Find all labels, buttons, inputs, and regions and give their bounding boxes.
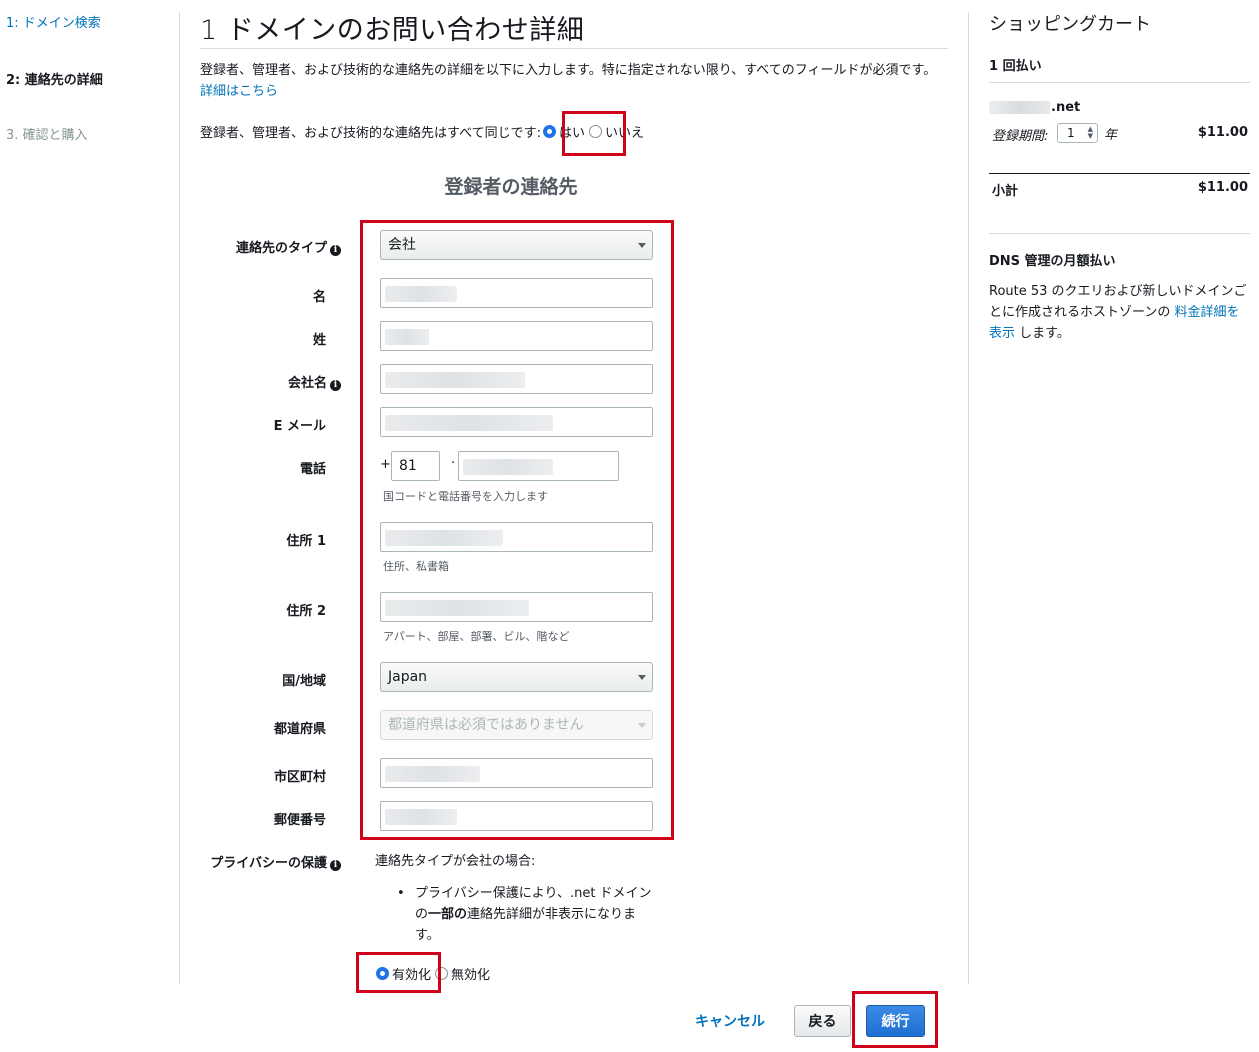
dns-description: Route 53 のクエリおよび新しいドメインごとに作成されるホストゾーンの 料… [989, 284, 1247, 341]
info-icon[interactable]: i [330, 860, 341, 871]
stepper-arrows-icon[interactable]: ▲ ▼ [1088, 126, 1093, 140]
phone-country-code-input[interactable]: 81 [391, 451, 440, 481]
section-title: 登録者の連絡先 [444, 176, 578, 198]
last-name-label: 姓 [312, 333, 326, 348]
cart-payment-type: 1 回払い [989, 59, 1042, 74]
intro-text: 登録者、管理者、および技術的な連絡先の詳細を以下に入力します。特に指定されない限… [200, 63, 937, 99]
radio-selected-icon[interactable] [542, 125, 556, 138]
address1-input[interactable] [380, 522, 653, 552]
company-name-input[interactable] [380, 364, 653, 394]
divider [968, 12, 969, 984]
step-review-purchase: 3. 確認と購入 [6, 128, 88, 143]
phone-separator: · [451, 456, 456, 471]
info-icon[interactable]: i [330, 245, 341, 256]
back-button[interactable]: 戻る [794, 1005, 851, 1037]
privacy-label: プライバシーの保護 i [210, 852, 341, 871]
registration-period-label: 登録期間: [992, 129, 1049, 144]
step-domain-search[interactable]: 1: ドメイン検索 [6, 12, 101, 31]
divider [989, 233, 1250, 234]
city-input[interactable] [380, 758, 653, 788]
phone-number-input[interactable] [458, 451, 619, 481]
state-label: 都道府県 [273, 722, 326, 737]
state-select[interactable]: 都道府県は必須ではありません [380, 710, 653, 740]
highlight-box [562, 111, 626, 156]
chevron-down-icon [638, 675, 646, 680]
address2-label: 住所 2 [286, 604, 326, 619]
privacy-description: • プライバシー保護により、.net ドメインの一部の連絡先詳細が非表示になりま… [397, 883, 659, 946]
cancel-button[interactable]: キャンセル [688, 1009, 772, 1033]
first-name-label: 名 [312, 290, 326, 305]
postal-code-label: 郵便番号 [273, 813, 326, 828]
learn-more-link[interactable]: 詳細はこちら [200, 84, 278, 99]
postal-code-input[interactable] [380, 801, 653, 831]
period-unit: 年 [1104, 128, 1118, 143]
country-select[interactable]: Japan [380, 662, 653, 692]
contact-type-label: 連絡先のタイプ i [236, 237, 341, 256]
divider [989, 82, 1250, 83]
email-input[interactable] [380, 407, 653, 437]
divider [200, 48, 948, 49]
divider [179, 12, 180, 984]
dns-title: DNS 管理の月額払い [989, 254, 1116, 269]
contact-type-select[interactable]: 会社 [380, 230, 653, 260]
cart-title: ショッピングカート [989, 14, 1151, 35]
city-label: 市区町村 [273, 770, 326, 785]
address2-hint: アパート、部屋、部署、ビル、階など [383, 630, 570, 643]
address1-label: 住所 1 [286, 534, 326, 549]
phone-hint: 国コードと電話番号を入力します [383, 490, 548, 503]
chevron-down-icon [638, 243, 646, 248]
highlight-box [356, 952, 441, 993]
privacy-disable-option[interactable]: 無効化 [435, 964, 490, 983]
item-price: $11.00 [1197, 125, 1248, 140]
registration-period-stepper[interactable]: 1 ▲ ▼ [1057, 123, 1098, 143]
address2-input[interactable] [380, 592, 653, 622]
highlight-box [852, 991, 938, 1048]
info-icon[interactable]: i [330, 380, 341, 391]
divider [989, 173, 1250, 174]
chevron-down-icon [638, 723, 646, 728]
privacy-condition: 連絡先タイプが会社の場合: [375, 854, 536, 869]
page-title: 1 ドメインのお問い合わせ詳細 [200, 15, 585, 46]
same-contacts-question: 登録者、管理者、および技術的な連絡先はすべて同じです: [200, 126, 541, 141]
email-label: E メール [273, 419, 326, 434]
cart-domain-name: .net [989, 100, 1080, 115]
step-contact-details: 2: 連絡先の詳細 [6, 73, 103, 88]
address1-hint: 住所、私書箱 [383, 560, 449, 573]
company-name-label: 会社名 i [288, 372, 341, 391]
subtotal-price: $11.00 [1197, 180, 1248, 195]
phone-plus: + [380, 457, 391, 472]
subtotal-label: 小計 [992, 184, 1019, 199]
country-label: 国/地域 [282, 674, 326, 689]
last-name-input[interactable] [380, 321, 653, 351]
first-name-input[interactable] [380, 278, 653, 308]
bullet-icon: • [397, 886, 405, 901]
phone-label: 電話 [299, 462, 326, 477]
